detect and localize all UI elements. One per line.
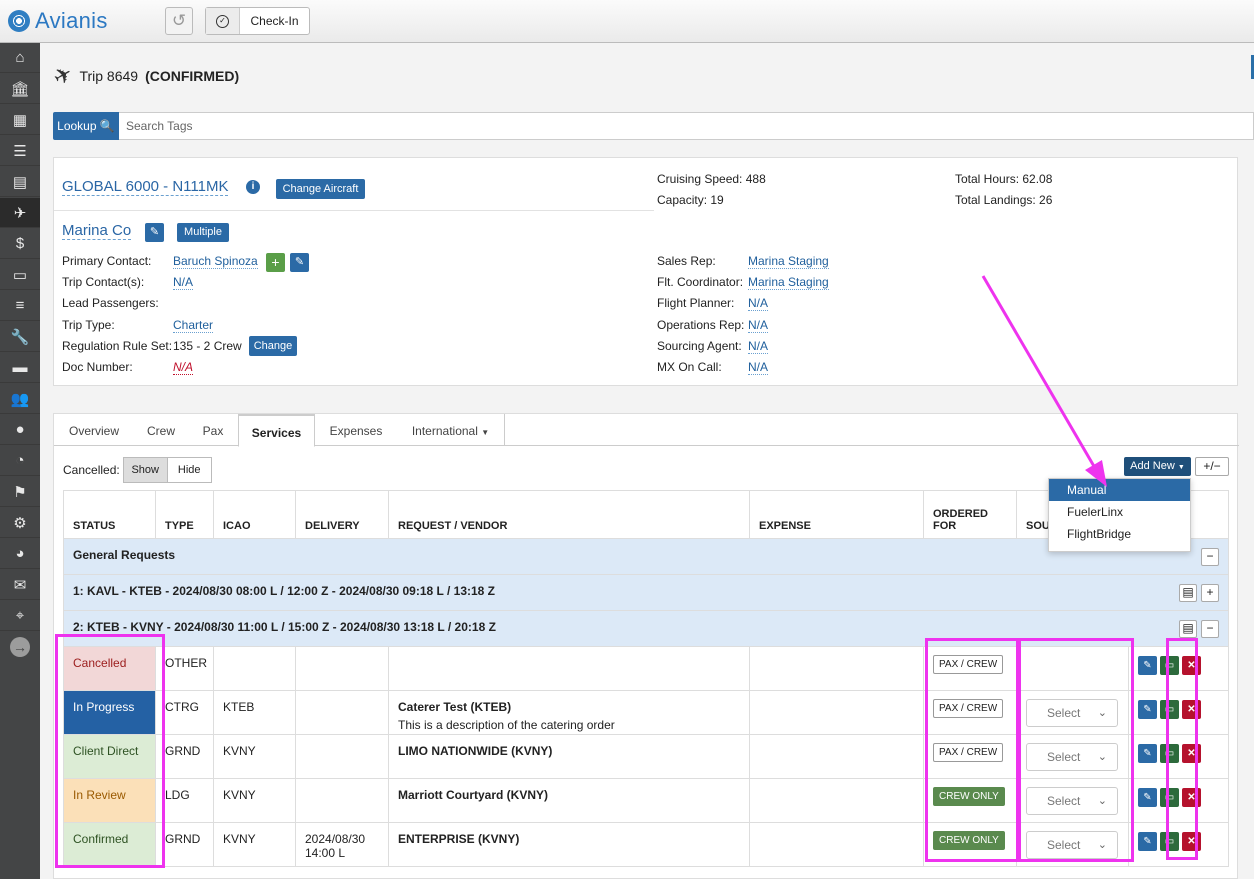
annotation-arrow xyxy=(981,275,1107,487)
